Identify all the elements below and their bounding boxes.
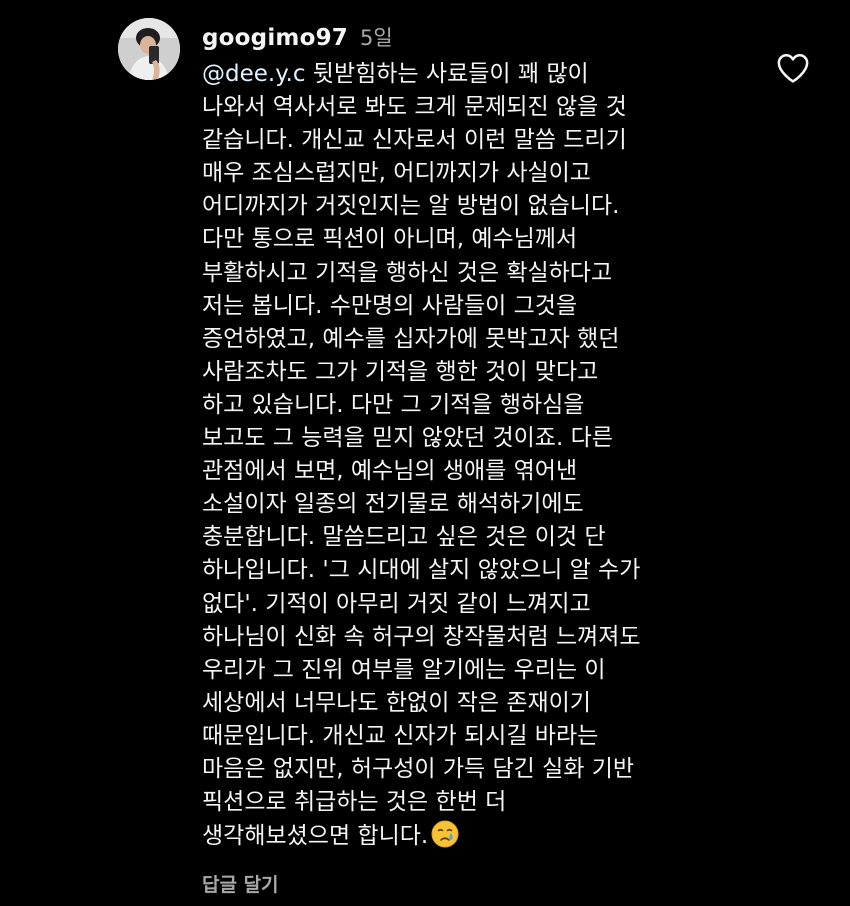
- comment-line: 생각해보셨으면 합니다.: [202, 819, 762, 853]
- comment-header: googimo97 5일: [202, 22, 393, 52]
- comment-line: 증언하였고, 예수를 십자가에 못박고자 했던: [202, 325, 620, 352]
- comment-line: 매우 조심스럽지만, 어디까지가 사실이고: [202, 160, 591, 187]
- comment-line: @dee.y.c 뒷받힘하는 사료들이 꽤 많이: [202, 58, 762, 91]
- crying-face-emoji-icon: [430, 819, 460, 849]
- comment-line: 관점에서 보면, 예수님의 생애를 엮어낸: [202, 458, 578, 485]
- timestamp: 5일: [360, 26, 393, 50]
- avatar[interactable]: [118, 18, 180, 80]
- comment-line: 하고 있습니다. 다만 그 기적을 행하심을: [202, 391, 585, 418]
- comment-line: 하나입니다. '그 시대에 살지 않았으니 알 수가: [202, 557, 641, 584]
- comment-line-text: 생각해보셨으면 합니다.: [202, 823, 429, 850]
- comment-text: @dee.y.c 뒷받힘하는 사료들이 꽤 많이 나와서 역사서로 봐도 크게 …: [202, 58, 762, 853]
- comment-line: 세상에서 너무나도 한없이 작은 존재이기: [202, 689, 591, 716]
- avatar-photo: [118, 18, 180, 80]
- comment-line: 어디까지가 거짓인지는 알 방법이 없습니다.: [202, 193, 620, 220]
- comment-line: 사람조차도 그가 기적을 행한 것이 맞다고: [202, 358, 599, 385]
- comment-line: 하나님이 신화 속 허구의 창작물처럼 느껴져도: [202, 623, 641, 650]
- like-button-glyph: [777, 53, 809, 83]
- mention-link[interactable]: @dee.y.c: [202, 61, 306, 87]
- heart-outline-icon[interactable]: [776, 52, 810, 84]
- comment-line: 저는 봅니다. 수만명의 사람들이 그것을: [202, 292, 578, 319]
- reply-button[interactable]: 답글 달기: [202, 870, 279, 897]
- comment-line: 충분합니다. 말씀드리고 싶은 것은 이것 단: [202, 524, 606, 551]
- comment-line: 우리가 그 진위 여부를 알기에는 우리는 이: [202, 656, 606, 683]
- comment-line: 마음은 없지만, 허구성이 가득 담긴 실화 기반: [202, 755, 635, 782]
- comment-line: 같습니다. 개신교 신자로서 이런 말씀 드리기: [202, 127, 627, 154]
- comment-line: 다만 통으로 픽션이 아니며, 예수님께서: [202, 226, 578, 253]
- comment-line: 때문입니다. 개신교 신자가 되시길 바라는: [202, 722, 599, 749]
- crying-face-glyph: [431, 820, 459, 848]
- comment-line: 나와서 역사서로 봐도 크게 문제되진 않을 것: [202, 94, 627, 121]
- comment-line: 부활하시고 기적을 행하신 것은 확실하다고: [202, 259, 613, 286]
- comment-line-text: 뒷받힘하는 사료들이 꽤 많이: [305, 61, 589, 87]
- username[interactable]: googimo97: [202, 25, 348, 51]
- comment-line: 소설이자 일종의 전기물로 해석하기에도: [202, 491, 584, 518]
- comment-line: 보고도 그 능력을 믿지 않았던 것이죠. 다른: [202, 425, 613, 452]
- comment-line: 없다'. 기적이 아무리 거짓 같이 느껴지고: [202, 590, 591, 617]
- comment-line: 픽션으로 취급하는 것은 한번 더: [202, 789, 507, 816]
